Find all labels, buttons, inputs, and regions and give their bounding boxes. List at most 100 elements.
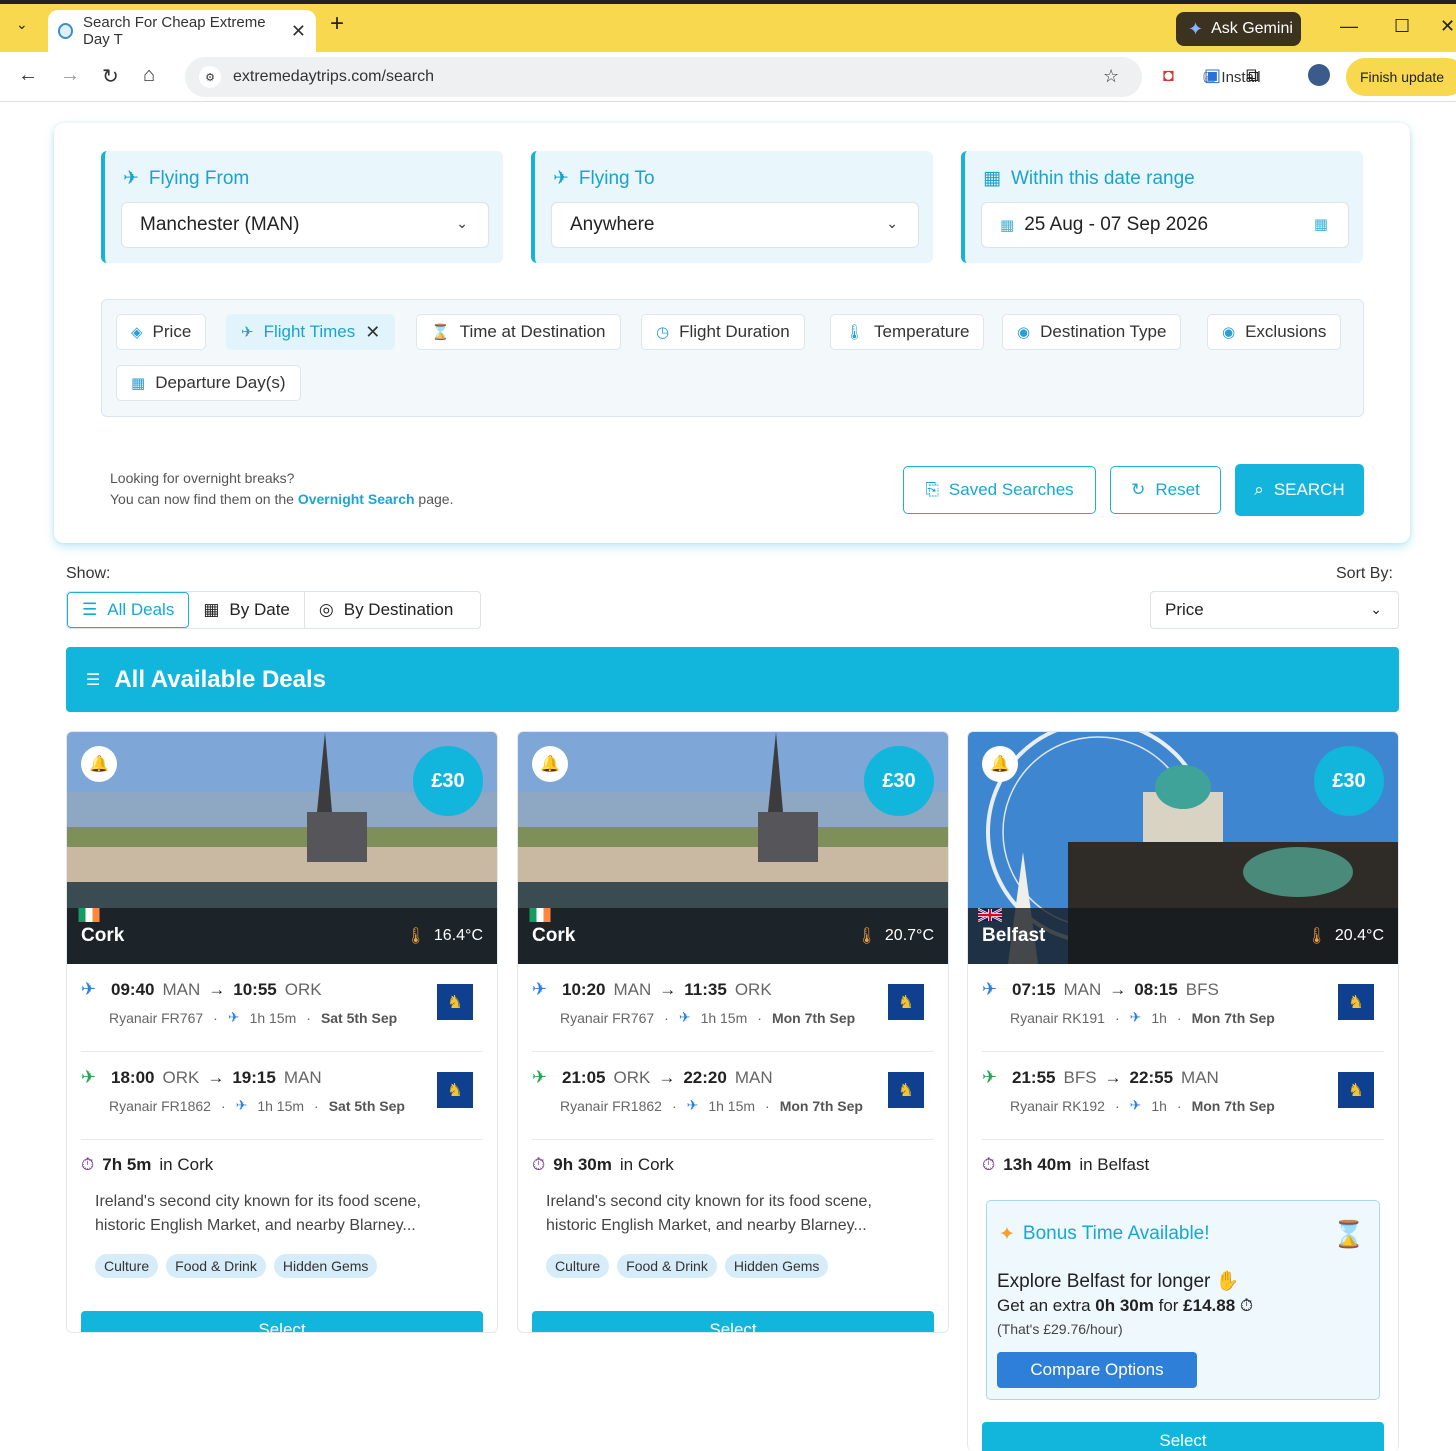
profile-avatar[interactable] <box>1308 64 1330 86</box>
dep-airport: BFS <box>1063 1067 1097 1087</box>
temperature-value: 16.4°C <box>433 927 483 944</box>
date-range-field: ▦ Within this date range ▦ 25 Aug - 07 Sep… <box>961 151 1363 263</box>
select-button[interactable]: Select <box>532 1311 934 1332</box>
temperature: 🌡 16.4°C <box>406 926 483 946</box>
outbound-plane-icon: ✈ <box>81 979 97 999</box>
price-alert-bell-icon[interactable]: 🔔 <box>81 746 117 782</box>
stopwatch-icon: ⏱ <box>81 1155 95 1174</box>
new-tab-icon[interactable]: + <box>330 10 344 38</box>
calendar-picker-icon[interactable]: ▦ <box>1314 215 1328 233</box>
filter-destination-type[interactable]: ◉ Destination Type <box>1002 314 1182 350</box>
outbound-plane-icon: ✈ <box>532 979 548 999</box>
home-icon[interactable]: ⌂ <box>143 64 155 87</box>
extension-security-icon[interactable]: ▣ <box>1204 65 1221 86</box>
dep-airport: MAN <box>1063 979 1102 999</box>
forward-icon[interactable]: → <box>60 64 80 87</box>
destination-photo: 🔔 £30 Belfast 🌡 20.4°C <box>968 732 1398 964</box>
compare-options-button[interactable]: Compare Options <box>997 1352 1197 1388</box>
filter-price[interactable]: ◈ Price <box>116 314 207 350</box>
refresh-icon: ↻ <box>1131 480 1146 499</box>
date-range-input[interactable]: ▦ 25 Aug - 07 Sep 2026 ▦ <box>981 202 1349 248</box>
flying-to-field: ✈ Flying To Anywhere ⌄ <box>531 151 933 263</box>
flight-number: Ryanair FR1862 <box>560 1097 662 1114</box>
address-bar[interactable]: ⚙ extremedaytrips.com/search ⎚ Install ☆ <box>185 57 1275 97</box>
gemini-sparkle-icon: ✦ <box>1188 18 1204 39</box>
tag-list: Culture Food & Drink Hidden Gems <box>546 1254 920 1278</box>
search-button[interactable]: ⌕ SEARCH <box>1235 464 1364 516</box>
duration-plane-icon: ✈ <box>686 1097 699 1113</box>
overnight-notice: Looking for overnight breaks? You can no… <box>110 468 453 510</box>
close-window-icon[interactable]: ✕ <box>1440 16 1455 37</box>
select-button[interactable]: Select <box>81 1311 483 1332</box>
filter-temperature[interactable]: 🌡 Temperature <box>830 314 985 350</box>
ryanair-logo-icon: ♞ <box>437 984 473 1020</box>
thermometer-icon: 🌡 <box>1306 928 1327 945</box>
overnight-search-link[interactable]: Overnight Search <box>298 491 415 507</box>
saved-searches-label: Saved Searches <box>948 480 1074 499</box>
list-icon: ☰ <box>82 600 98 619</box>
bonus-time-panel: ✦ Bonus Time Available! ⌛ Explore Belfast… <box>986 1200 1380 1400</box>
sort-by-label: Sort By: <box>1336 565 1393 582</box>
return-flight: ✈ 21:55 BFS → 22:55 MAN Ryanair RK192 · ✈ 1h · Mon… <box>982 1052 1384 1140</box>
flight-duration: 1h 15m <box>249 1009 297 1026</box>
search-icon: ⌕ <box>1254 480 1264 499</box>
ryanair-logo-icon: ♞ <box>1338 1072 1374 1108</box>
chevron-down-icon: ⌄ <box>886 215 898 231</box>
bookmark-star-icon[interactable]: ☆ <box>1103 66 1119 87</box>
stay-location: in Cork <box>159 1155 214 1174</box>
select-button[interactable]: Select <box>982 1422 1384 1451</box>
close-tab-icon[interactable]: ✕ <box>291 21 306 42</box>
filter-departure-days[interactable]: ▦ Departure Day(s) <box>116 365 301 401</box>
filter-flight-times[interactable]: ✈ Flight Times ✕ <box>226 314 396 350</box>
price-alert-bell-icon[interactable]: 🔔 <box>982 746 1018 782</box>
saved-searches-button[interactable]: ⎘ Saved Searches <box>903 466 1096 514</box>
install-button[interactable]: ⎚ Install <box>1189 63 1275 91</box>
bonus-line2-mid: for <box>1153 1296 1184 1315</box>
back-icon[interactable]: ← <box>18 64 38 87</box>
flight-number: Ryanair RK191 <box>1010 1009 1105 1026</box>
filter-exclusions[interactable]: ◉ Exclusions <box>1207 314 1342 350</box>
site-info-icon[interactable]: ⚙ <box>199 66 221 88</box>
duration-plane-icon: ✈ <box>1129 1097 1142 1113</box>
sort-select[interactable]: Price ⌄ <box>1150 591 1399 629</box>
flying-to-select[interactable]: Anywhere ⌄ <box>551 202 919 248</box>
tab-search-icon[interactable]: ⌄ <box>16 16 28 33</box>
remove-filter-icon[interactable]: ✕ <box>365 322 380 343</box>
calendar-icon: ▦ <box>983 168 1001 189</box>
arr-airport: ORK <box>734 979 772 999</box>
arr-airport: BFS <box>1185 979 1219 999</box>
tab-all-deals[interactable]: ☰ All Deals <box>67 592 190 628</box>
price-alert-bell-icon[interactable]: 🔔 <box>532 746 568 782</box>
dep-time: 18:00 <box>111 1067 155 1087</box>
finish-update-button[interactable]: Finish update <box>1346 58 1456 96</box>
reset-label: Reset <box>1155 480 1200 499</box>
flying-from-select[interactable]: Manchester (MAN) ⌄ <box>121 202 489 248</box>
maximize-icon[interactable]: ☐ <box>1394 16 1410 37</box>
return-flight: ✈ 18:00 ORK → 19:15 MAN Ryanair FR1862 · ✈ 1h 15… <box>81 1052 483 1140</box>
tab-by-date[interactable]: ▦ By Date <box>189 592 305 628</box>
extension-shield-icon[interactable]: ◘ <box>1163 65 1174 86</box>
reset-button[interactable]: ↻ Reset <box>1110 466 1221 514</box>
reload-icon[interactable]: ↻ <box>102 64 119 89</box>
duration-plane-icon: ✈ <box>1129 1009 1142 1025</box>
ask-gemini-button[interactable]: ✦ Ask Gemini <box>1176 12 1301 46</box>
clock-plane-icon: ◷ <box>656 324 670 341</box>
bonus-extra-time: 0h 30m <box>1095 1296 1154 1315</box>
ireland-flag-icon <box>78 908 100 922</box>
filter-flight-duration[interactable]: ◷ Flight Duration <box>641 314 805 350</box>
minimize-icon[interactable]: — <box>1340 16 1358 37</box>
date-range-label: Within this date range <box>1010 167 1195 189</box>
flight-number: Ryanair FR767 <box>560 1009 655 1026</box>
tab-by-destination[interactable]: ◎ By Destination <box>305 592 467 628</box>
filter-time-at-destination[interactable]: ⌛ Time at Destination <box>416 314 621 350</box>
date-range-value: 25 Aug - 07 Sep 2026 <box>1024 214 1209 235</box>
list-icon: ☰ <box>86 671 101 689</box>
extensions-puzzle-icon[interactable]: ⧉ <box>1246 65 1259 86</box>
browser-tab[interactable]: Search For Cheap Extreme Day T ✕ <box>48 10 316 52</box>
flight-date: Mon 7th Sep <box>771 1009 856 1026</box>
city-name: Cork <box>81 925 125 946</box>
chevron-down-icon: ⌄ <box>1370 601 1382 617</box>
destination-caption: Belfast 🌡 20.4°C <box>968 908 1398 964</box>
flight-duration: 1h 15m <box>700 1009 748 1026</box>
search-label: SEARCH <box>1273 480 1345 499</box>
